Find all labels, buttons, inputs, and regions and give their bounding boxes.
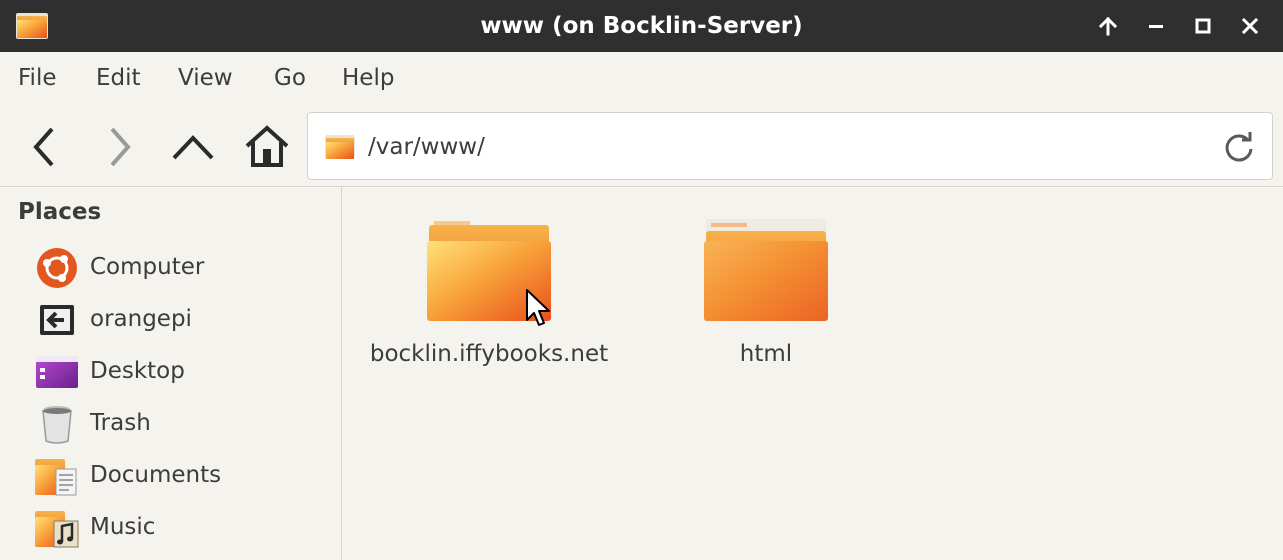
computer-icon <box>37 248 77 288</box>
folder-icon <box>704 219 828 321</box>
file-name: bocklin.iffybooks.net <box>369 341 609 367</box>
minimize-icon <box>1149 25 1163 28</box>
sidebar-item-label: Music <box>90 514 156 540</box>
menu-go[interactable]: Go <box>272 52 308 104</box>
close-button[interactable] <box>1232 8 1268 44</box>
sidebar-item-label: orangepi <box>90 306 192 332</box>
menu-bar: File Edit View Go Help <box>0 52 1283 104</box>
sidebar: Places Computer orangepi Desktop Trash D… <box>0 187 342 560</box>
documents-folder-icon <box>35 459 77 496</box>
music-folder-icon <box>35 511 79 548</box>
minimize-button[interactable] <box>1138 8 1174 44</box>
up-icon <box>172 135 214 160</box>
folder-item[interactable]: bocklin.iffybooks.net <box>359 217 619 371</box>
menu-view[interactable]: View <box>176 52 235 104</box>
sidebar-item-label: Trash <box>90 410 151 436</box>
location-bar[interactable] <box>307 112 1273 180</box>
forward-icon <box>110 127 131 167</box>
sidebar-item-label: Computer <box>90 254 205 280</box>
folder-icon <box>427 221 551 321</box>
maximize-button[interactable] <box>1185 8 1221 44</box>
home-icon <box>245 125 289 167</box>
sidebar-item-music[interactable]: Music <box>0 502 340 552</box>
reload-icon <box>1225 132 1253 162</box>
back-button[interactable] <box>20 122 70 172</box>
sidebar-item-trash[interactable]: Trash <box>0 398 340 448</box>
trash-icon <box>42 406 72 444</box>
location-input[interactable] <box>368 127 1188 167</box>
title-bar[interactable]: www (on Bocklin-Server) <box>0 0 1283 52</box>
back-icon <box>33 127 54 167</box>
file-view[interactable]: bocklin.iffybooks.net html <box>343 187 1283 560</box>
toolbar <box>0 104 1283 187</box>
desktop-icon <box>36 356 78 388</box>
menu-edit[interactable]: Edit <box>94 52 143 104</box>
folder-item[interactable]: html <box>636 217 896 371</box>
close-icon <box>1241 17 1259 35</box>
sidebar-item-label: Desktop <box>90 358 185 384</box>
network-drive-icon <box>40 305 74 335</box>
move-up-icon <box>1098 16 1118 36</box>
sidebar-item-computer[interactable]: Computer <box>0 242 340 292</box>
menu-file[interactable]: File <box>16 52 59 104</box>
file-name: html <box>739 341 793 367</box>
move-up-button[interactable] <box>1090 8 1126 44</box>
reload-button[interactable] <box>1218 127 1260 167</box>
places-heading: Places <box>18 199 102 225</box>
sidebar-item-orangepi[interactable]: orangepi <box>0 294 340 344</box>
sidebar-item-desktop[interactable]: Desktop <box>0 346 340 396</box>
sidebar-item-label: Documents <box>90 462 222 488</box>
forward-button[interactable] <box>94 122 144 172</box>
home-button[interactable] <box>242 122 292 172</box>
up-button[interactable] <box>168 122 218 172</box>
sidebar-item-documents[interactable]: Documents <box>0 450 340 500</box>
folder-icon <box>325 135 355 159</box>
maximize-icon <box>1195 18 1211 34</box>
menu-help[interactable]: Help <box>340 52 396 104</box>
